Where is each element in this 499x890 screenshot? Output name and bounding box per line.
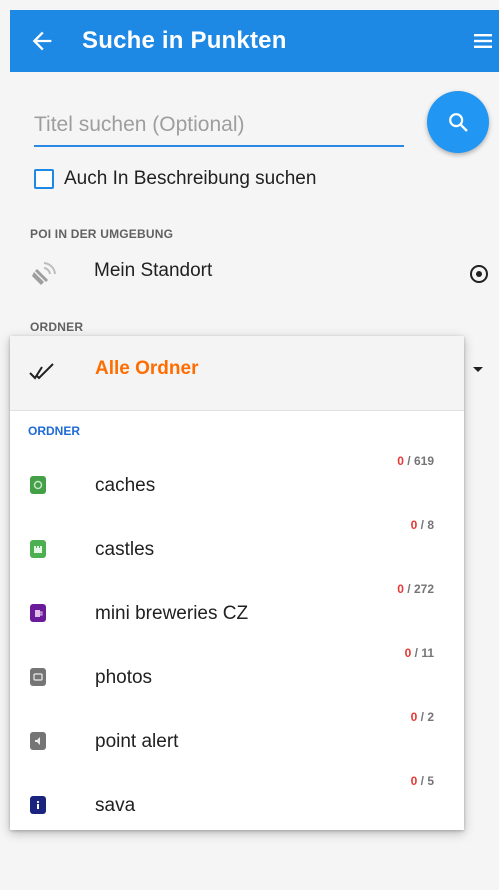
folder-name: point alert [95,731,179,752]
folder-item-photos[interactable]: photos 0 / 11 [10,638,464,702]
divider [10,410,464,411]
poi-section-label: POI IN DER UMGEBUNG [30,227,174,241]
folder-name: castles [95,539,155,560]
cache-icon [30,476,46,494]
search-description-checkbox[interactable] [34,169,54,189]
search-description-label: Auch In Beschreibung suchen [64,168,317,189]
app-bar: Suche in Punkten [10,10,499,72]
alert-icon [30,732,46,750]
folder-name: caches [95,475,156,496]
search-button[interactable] [427,91,489,153]
double-check-icon [29,363,54,380]
brewery-icon [30,604,46,622]
folder-list-header: ORDNER [28,424,81,438]
my-location-target-icon[interactable] [468,263,490,285]
my-location-label: Mein Standort [94,260,213,281]
folder-count: 0 / 619 [397,454,434,468]
search-icon [449,113,468,132]
folder-item-sava[interactable]: sava 0 / 5 [10,766,464,830]
folder-item-caches[interactable]: caches 0 / 619 [10,446,464,510]
folder-count: 0 / 8 [410,518,434,532]
dropdown-arrow-icon[interactable] [472,366,484,374]
folder-count: 0 / 5 [410,774,434,788]
folder-count: 0 / 2 [410,710,434,724]
search-description-option[interactable]: Auch In Beschreibung suchen [34,168,316,190]
folder-dropdown-popup: Alle Ordner ORDNER caches 0 / 619 castle… [10,336,464,830]
folders-section-label: ORDNER [30,320,84,334]
menu-icon[interactable] [473,31,493,51]
folder-name: mini breweries CZ [95,603,249,624]
folder-item-mini-breweries[interactable]: mini breweries CZ 0 / 272 [10,574,464,638]
folder-count: 0 / 11 [404,646,434,660]
search-input[interactable] [34,109,404,147]
info-icon [30,796,46,814]
folder-item-point-alert[interactable]: point alert 0 / 2 [10,702,464,766]
folder-count: 0 / 272 [397,582,434,596]
all-folders-label: Alle Ordner [95,358,199,379]
folder-name: sava [95,795,136,816]
folder-item-castles[interactable]: castles 0 / 8 [10,510,464,574]
castle-icon [30,540,46,558]
gps-signal-icon [32,262,56,285]
all-folders-option[interactable]: Alle Ordner [10,336,464,410]
photo-icon [30,668,46,686]
poi-location-row[interactable]: Mein Standort [30,255,499,291]
page-title: Suche in Punkten [82,27,287,54]
back-arrow-icon[interactable] [28,27,56,55]
folder-name: photos [95,667,153,688]
